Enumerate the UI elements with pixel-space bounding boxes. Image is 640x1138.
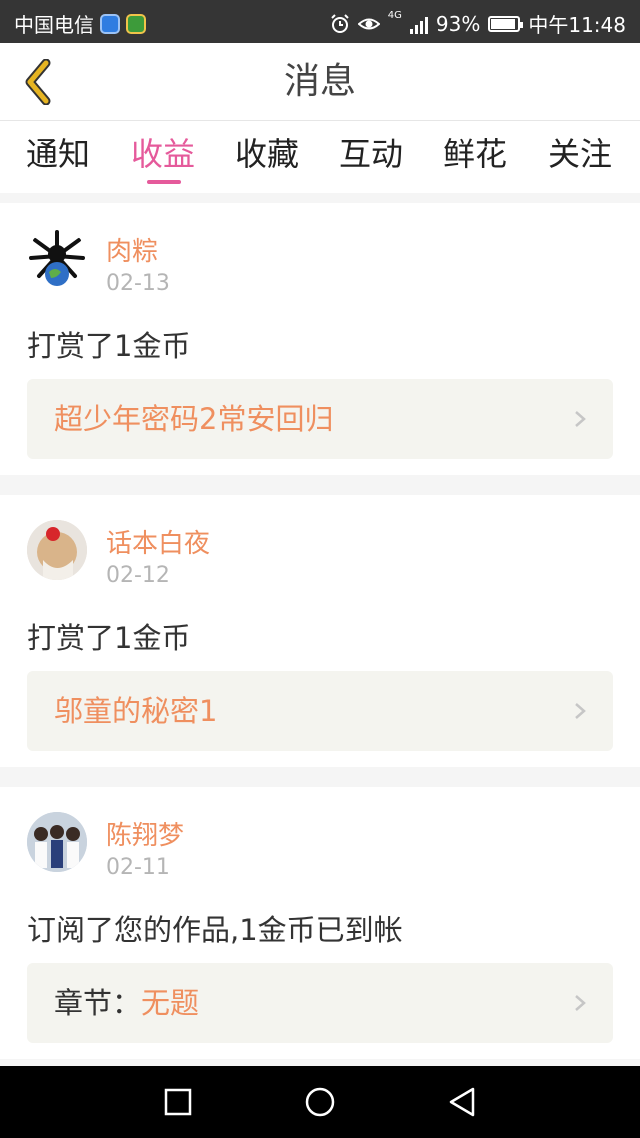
tab-label: 收益 — [130, 135, 195, 173]
tab-interactions[interactable]: 互动 — [319, 121, 423, 193]
tab-label: 互动 — [338, 135, 403, 173]
tab-label: 关注 — [547, 135, 612, 173]
tab-favorites[interactable]: 收藏 — [215, 121, 319, 193]
chevron-right-icon — [575, 411, 586, 427]
work-title-text: 邬童的秘密1 — [54, 694, 218, 728]
work-title: 超少年密码2常安回归 — [54, 379, 333, 459]
avatar[interactable] — [27, 812, 87, 872]
clock: 中午11:48 — [528, 13, 626, 37]
tab-earnings[interactable]: 收益 — [111, 121, 215, 193]
username[interactable]: 话本白夜 — [106, 523, 210, 560]
signal-icon — [409, 14, 428, 34]
chevron-right-icon — [575, 995, 586, 1011]
message-date: 02-11 — [106, 855, 170, 880]
carrier-label: 中国电信 — [14, 13, 94, 37]
recent-apps-icon — [164, 1088, 192, 1116]
work-title-text: 超少年密码2常安回归 — [54, 402, 334, 436]
work-link[interactable]: 邬童的秘密1 — [27, 671, 613, 751]
avatar[interactable] — [27, 520, 87, 580]
eye-comfort-icon — [357, 18, 380, 29]
message-card: 话本白夜 02-12 打赏了1金币 邬童的秘密1 — [0, 495, 640, 767]
avatar[interactable] — [27, 228, 87, 288]
security-app-icon — [126, 13, 146, 34]
message-date: 02-12 — [106, 563, 170, 588]
message-date: 02-13 — [106, 271, 170, 296]
system-back-button[interactable] — [444, 1084, 480, 1120]
screen: 中国电信 4G 93% 中午11:48 消息 通知 收益 收藏 互动 鲜花 关注… — [0, 0, 640, 1138]
battery-percent: 93% — [435, 11, 481, 36]
battery-icon — [488, 15, 524, 32]
link-prefix: 章节： — [54, 986, 142, 1020]
tab-following[interactable]: 关注 — [528, 121, 632, 193]
work-link[interactable]: 超少年密码2常安回归 — [27, 379, 613, 459]
tab-label: 鲜花 — [442, 135, 507, 173]
message-text: 打赏了1金币 — [27, 329, 191, 363]
message-text: 打赏了1金币 — [27, 621, 191, 655]
message-card: 陈翔梦 02-11 订阅了您的作品,1金币已到帐 章节：无题 — [0, 787, 640, 1059]
status-bar: 中国电信 4G 93% 中午11:48 — [0, 0, 640, 43]
chapter-title: 章节：无题 — [54, 963, 199, 1043]
tab-bar: 通知 收益 收藏 互动 鲜花 关注 — [0, 121, 640, 193]
chapter-title-text: 无题 — [141, 986, 200, 1020]
back-icon — [449, 1087, 475, 1117]
tab-label: 收藏 — [234, 135, 299, 173]
username[interactable]: 肉粽 — [106, 231, 158, 268]
chevron-right-icon — [575, 703, 586, 719]
recent-apps-button[interactable] — [160, 1084, 196, 1120]
username[interactable]: 陈翔梦 — [106, 815, 184, 852]
message-text: 订阅了您的作品,1金币已到帐 — [27, 913, 403, 947]
home-button[interactable] — [302, 1084, 338, 1120]
shield-app-icon — [100, 13, 120, 34]
tab-flowers[interactable]: 鲜花 — [423, 121, 527, 193]
home-icon — [305, 1087, 335, 1117]
work-title: 邬童的秘密1 — [54, 671, 217, 751]
chapter-link[interactable]: 章节：无题 — [27, 963, 613, 1043]
tab-notifications[interactable]: 通知 — [6, 121, 110, 193]
alarm-icon — [331, 13, 349, 33]
network-type: 4G — [387, 10, 402, 21]
page-title: 消息 — [283, 61, 356, 102]
active-tab-indicator — [147, 180, 181, 184]
system-nav-bar — [0, 1066, 640, 1138]
header: 消息 — [0, 43, 640, 121]
tab-label: 通知 — [25, 135, 90, 173]
message-card: 肉粽 02-13 打赏了1金币 超少年密码2常安回归 — [0, 203, 640, 475]
